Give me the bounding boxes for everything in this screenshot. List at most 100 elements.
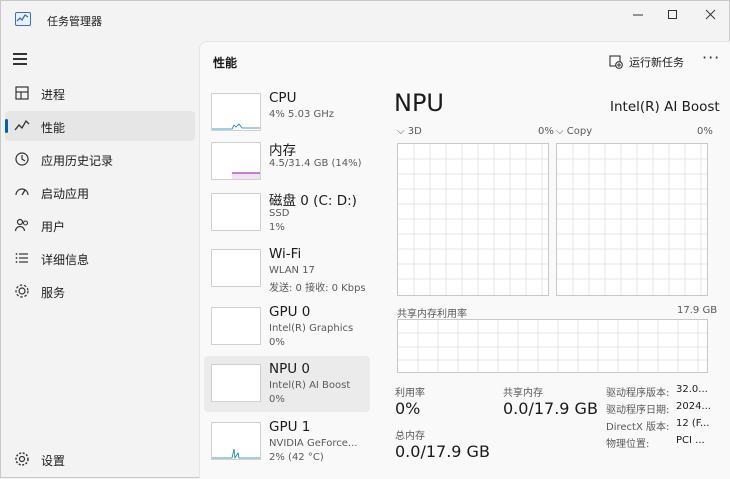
device-name: Wi-Fi: [269, 246, 302, 262]
processes-icon: [15, 86, 29, 100]
maximize-icon: [668, 10, 677, 19]
graph-3d-label: 3D: [407, 126, 422, 137]
device-sub: 1%: [269, 222, 285, 233]
details-icon: [15, 253, 28, 263]
minimize-icon: [633, 14, 643, 16]
run-task-icon: [609, 55, 623, 69]
startup-icon: [15, 188, 29, 196]
detail-title: NPU: [394, 89, 444, 117]
graph-3d-grid: [398, 144, 548, 295]
device-sub: WLAN 17: [269, 265, 315, 276]
device-name: 磁盘 0 (C: D:): [269, 193, 357, 209]
sidebar-item-processes[interactable]: 进程: [5, 78, 195, 108]
sidebar-item-label: 详细信息: [41, 253, 90, 267]
graph-3d-value: 0%: [538, 126, 554, 137]
sidebar-item-performance[interactable]: 性能: [5, 111, 195, 141]
sidebar-item-startup[interactable]: 启动应用: [5, 177, 195, 207]
run-new-task-button[interactable]: 运行新任务: [609, 54, 684, 70]
shared-memory-label: 共享内存: [503, 388, 543, 399]
shared-memory-grid: [398, 320, 707, 372]
total-memory-value: 0.0/17.9 GB: [395, 442, 490, 461]
close-icon: [705, 9, 716, 20]
directx-version-value: 12 (F...: [676, 418, 710, 429]
chevron-down-icon: ⌵: [556, 126, 564, 137]
sidebar-item-label: 进程: [41, 88, 66, 102]
device-name: GPU 1: [269, 419, 311, 435]
memory-thumbnail: [211, 142, 261, 180]
cpu-thumbnail: [211, 93, 261, 131]
sidebar-item-label: 性能: [41, 121, 66, 135]
device-item-wifi[interactable]: Wi-Fi WLAN 17 发送: 0 接收: 0 Kbps: [204, 245, 370, 301]
wifi-thumbnail: [211, 249, 261, 287]
shared-memory-graph: [397, 319, 708, 373]
graph-3d-selector[interactable]: ⌵ 3D: [397, 126, 422, 137]
graph-copy-grid: [557, 144, 707, 295]
disk-thumbnail: [211, 193, 261, 231]
device-item-gpu0[interactable]: GPU 0 Intel(R) Graphics 0%: [204, 303, 370, 359]
page-title: 性能: [213, 56, 238, 70]
sidebar-item-services[interactable]: 服务: [5, 276, 195, 306]
close-button[interactable]: [691, 1, 730, 29]
driver-version-label: 驱动程序版本:: [606, 388, 670, 399]
graph-copy: [556, 143, 708, 296]
physical-location-value: PCI ...: [676, 435, 705, 446]
sidebar-item-label: 设置: [41, 454, 66, 468]
device-sub: 2% (42 °C): [269, 452, 324, 463]
gpu0-thumbnail: [211, 307, 261, 345]
graph-3d: [397, 143, 549, 296]
driver-date-value: 2024...: [676, 401, 711, 412]
hamburger-menu-button[interactable]: [13, 53, 29, 67]
device-sub: SSD: [269, 208, 290, 219]
directx-version-label: DirectX 版本:: [606, 422, 670, 433]
detail-device-name: Intel(R) AI Boost: [610, 99, 720, 115]
services-icon: [15, 284, 29, 298]
window-title: 任务管理器: [47, 15, 102, 28]
sidebar-item-users[interactable]: 用户: [5, 210, 195, 240]
device-item-disk[interactable]: 磁盘 0 (C: D:) SSD 1%: [204, 188, 370, 244]
run-new-task-label: 运行新任务: [629, 56, 684, 69]
device-name: NPU 0: [269, 361, 311, 377]
driver-date-label: 驱动程序日期:: [606, 405, 670, 416]
sidebar-item-label: 启动应用: [41, 187, 90, 201]
task-manager-icon: [15, 12, 31, 26]
shared-memory-value: 0.0/17.9 GB: [503, 399, 598, 418]
device-item-gpu1[interactable]: GPU 1 NVIDIA GeForce... 2% (42 °C): [204, 418, 370, 474]
device-name: GPU 0: [269, 304, 311, 320]
device-sub: 4.5/31.4 GB (14%): [269, 158, 362, 169]
title-bar: 任务管理器: [1, 1, 729, 39]
device-sub: 4% 5.03 GHz: [269, 109, 335, 120]
graph-copy-selector[interactable]: ⌵ Copy: [556, 126, 592, 137]
performance-icon: [14, 119, 30, 131]
device-sub: 0%: [269, 394, 285, 405]
device-sub: Intel(R) Graphics: [269, 323, 354, 334]
driver-version-value: 32.0...: [676, 384, 708, 395]
more-options-button[interactable]: ···: [702, 48, 720, 67]
total-memory-label: 总内存: [395, 431, 425, 442]
sidebar-item-settings[interactable]: 设置: [5, 444, 195, 474]
device-item-memory[interactable]: 内存 4.5/31.4 GB (14%): [204, 138, 370, 194]
gear-icon: [15, 452, 29, 466]
npu0-thumbnail: [211, 364, 261, 402]
shared-memory-graph-label: 共享内存利用率: [397, 309, 467, 320]
graph-copy-value: 0%: [697, 126, 713, 137]
app-history-icon: [15, 152, 29, 166]
physical-location-label: 物理位置:: [606, 439, 650, 450]
device-name: 内存: [269, 143, 296, 159]
utilization-label: 利用率: [395, 388, 425, 399]
device-item-npu0[interactable]: NPU 0 Intel(R) AI Boost 0%: [204, 356, 370, 412]
maximize-button[interactable]: [653, 1, 693, 29]
users-icon: [14, 218, 29, 232]
device-item-cpu[interactable]: CPU 4% 5.03 GHz: [204, 89, 370, 145]
sidebar-item-details[interactable]: 详细信息: [5, 243, 195, 273]
device-sub: 0%: [269, 337, 285, 348]
sidebar-item-label: 服务: [41, 286, 66, 300]
device-sub: 发送: 0 接收: 0 Kbps: [269, 283, 366, 294]
device-name: CPU: [269, 90, 297, 106]
chevron-down-icon: ⌵: [397, 126, 405, 137]
sidebar-item-app-history[interactable]: 应用历史记录: [5, 144, 195, 174]
device-sub: Intel(R) AI Boost: [269, 380, 351, 391]
minimize-button[interactable]: [618, 1, 658, 29]
shared-memory-graph-max: 17.9 GB: [677, 305, 718, 316]
gpu1-thumbnail: [211, 422, 261, 460]
device-sub: NVIDIA GeForce...: [269, 438, 358, 449]
